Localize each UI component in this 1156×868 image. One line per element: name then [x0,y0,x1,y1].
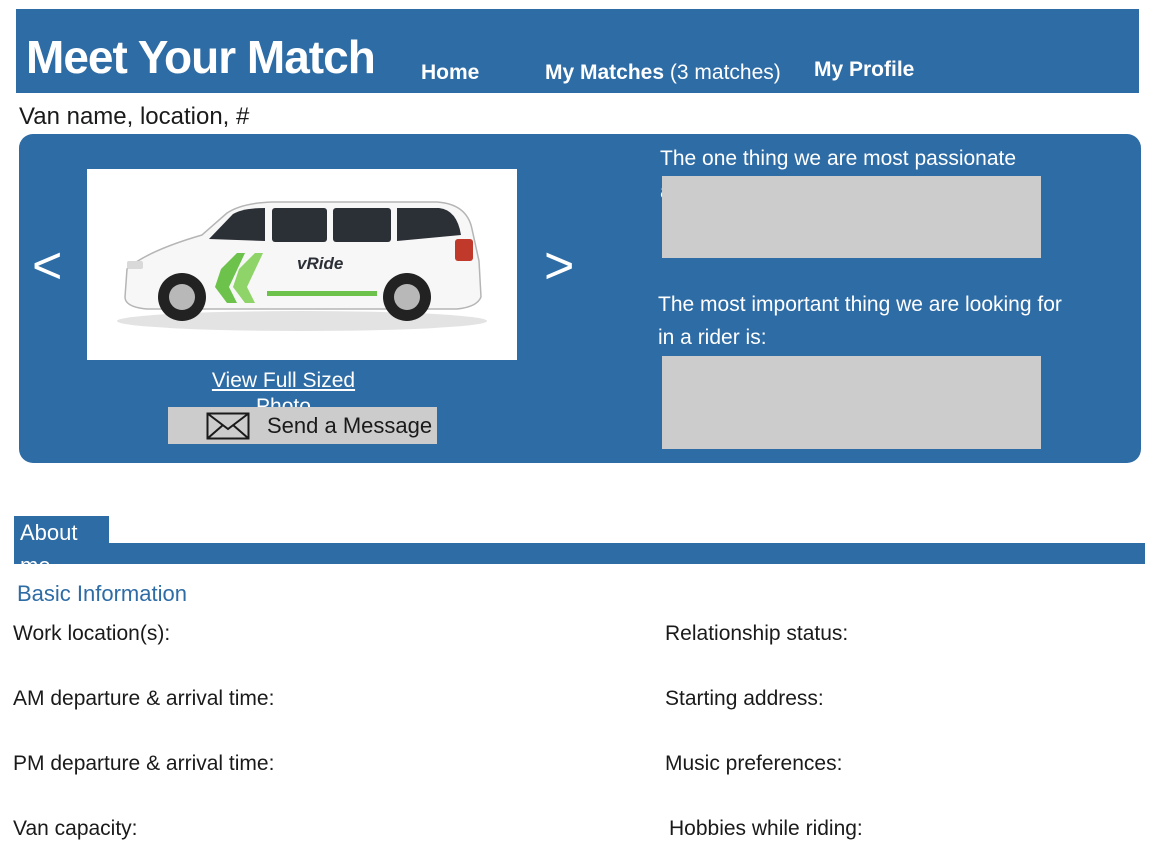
nav-home[interactable]: Home [421,61,479,85]
field-relationship-status: Relationship status: [665,622,849,645]
send-message-label: Send a Message [267,413,433,438]
field-hobbies: Hobbies while riding: [669,817,863,840]
nav-my-matches-label: My Matches [545,61,665,84]
field-starting-address: Starting address: [665,687,824,710]
looking-for-answer-box [662,356,1041,449]
van-illustration: vRide [117,201,487,331]
nav-my-profile[interactable]: My Profile [814,58,914,82]
basic-information-heading: Basic Information [17,581,187,606]
van-identifier: Van name, location, # [19,103,250,130]
prev-photo-arrow[interactable]: < [32,240,62,292]
envelope-icon [206,412,250,445]
app-title: Meet Your Match [26,31,376,83]
field-van-capacity: Van capacity: [13,817,138,840]
about-me-tab[interactable]: About me [14,516,109,578]
field-pm-times: PM departure & arrival time: [13,752,275,775]
field-music-preferences: Music preferences: [665,752,843,775]
header-bar: Meet Your Match Home My Matches (3 match… [16,9,1139,93]
van-photo[interactable]: vRide [87,169,517,360]
nav-matches-count: (3 matches) [669,61,781,84]
passionate-answer-box [662,176,1041,258]
field-am-times: AM departure & arrival time: [13,687,275,710]
looking-for-question: The most important thing we are looking … [658,293,1062,349]
svg-text:vRide: vRide [297,254,343,273]
send-message-button[interactable]: Send a Message [168,407,437,444]
nav-my-matches[interactable]: My Matches (3 matches) [545,61,781,85]
profile-panel: < vRide > View Full Sized Send a Message… [19,134,1141,463]
about-section-bar [14,543,1145,564]
field-work-location: Work location(s): [13,622,171,645]
next-photo-arrow[interactable]: > [544,240,574,292]
